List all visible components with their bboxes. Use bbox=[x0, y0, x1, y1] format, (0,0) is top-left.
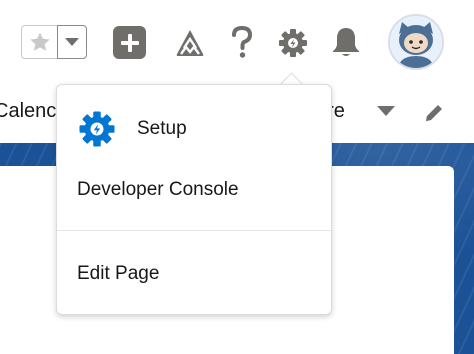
pencil-icon bbox=[426, 105, 442, 121]
user-avatar[interactable] bbox=[388, 14, 444, 70]
caret-down-icon bbox=[377, 106, 395, 116]
setup-gear-icon bbox=[79, 111, 115, 147]
trailhead-button[interactable] bbox=[172, 26, 208, 60]
gear-icon bbox=[279, 29, 307, 57]
trailhead-icon bbox=[176, 30, 204, 56]
bell-icon bbox=[333, 28, 359, 56]
setup-menu-button[interactable] bbox=[276, 26, 310, 60]
nav-tab-calendar[interactable]: Calenc bbox=[0, 100, 56, 123]
astro-avatar-icon bbox=[390, 16, 442, 68]
menu-item-edit-page[interactable]: Edit Page bbox=[57, 253, 331, 295]
plus-icon bbox=[120, 33, 139, 52]
menu-item-label: Developer Console bbox=[77, 179, 239, 200]
menu-item-setup[interactable]: Setup bbox=[57, 105, 331, 153]
edit-nav-button[interactable] bbox=[423, 102, 445, 129]
setup-menu: Setup Developer Console Edit Page bbox=[56, 84, 332, 315]
menu-divider bbox=[57, 230, 331, 231]
favorites-menu-button[interactable] bbox=[57, 25, 87, 59]
help-button[interactable] bbox=[228, 24, 256, 60]
menu-item-label: Setup bbox=[137, 118, 187, 139]
global-actions-button[interactable] bbox=[113, 26, 146, 59]
menu-item-developer-console[interactable]: Developer Console bbox=[57, 169, 331, 211]
caret-down-icon bbox=[65, 38, 79, 46]
question-icon bbox=[232, 25, 253, 58]
notifications-button[interactable] bbox=[330, 24, 362, 60]
menu-item-label: Edit Page bbox=[77, 263, 160, 284]
star-icon bbox=[29, 32, 50, 51]
favorites-button[interactable] bbox=[21, 25, 57, 59]
nav-more-caret[interactable] bbox=[376, 104, 396, 123]
